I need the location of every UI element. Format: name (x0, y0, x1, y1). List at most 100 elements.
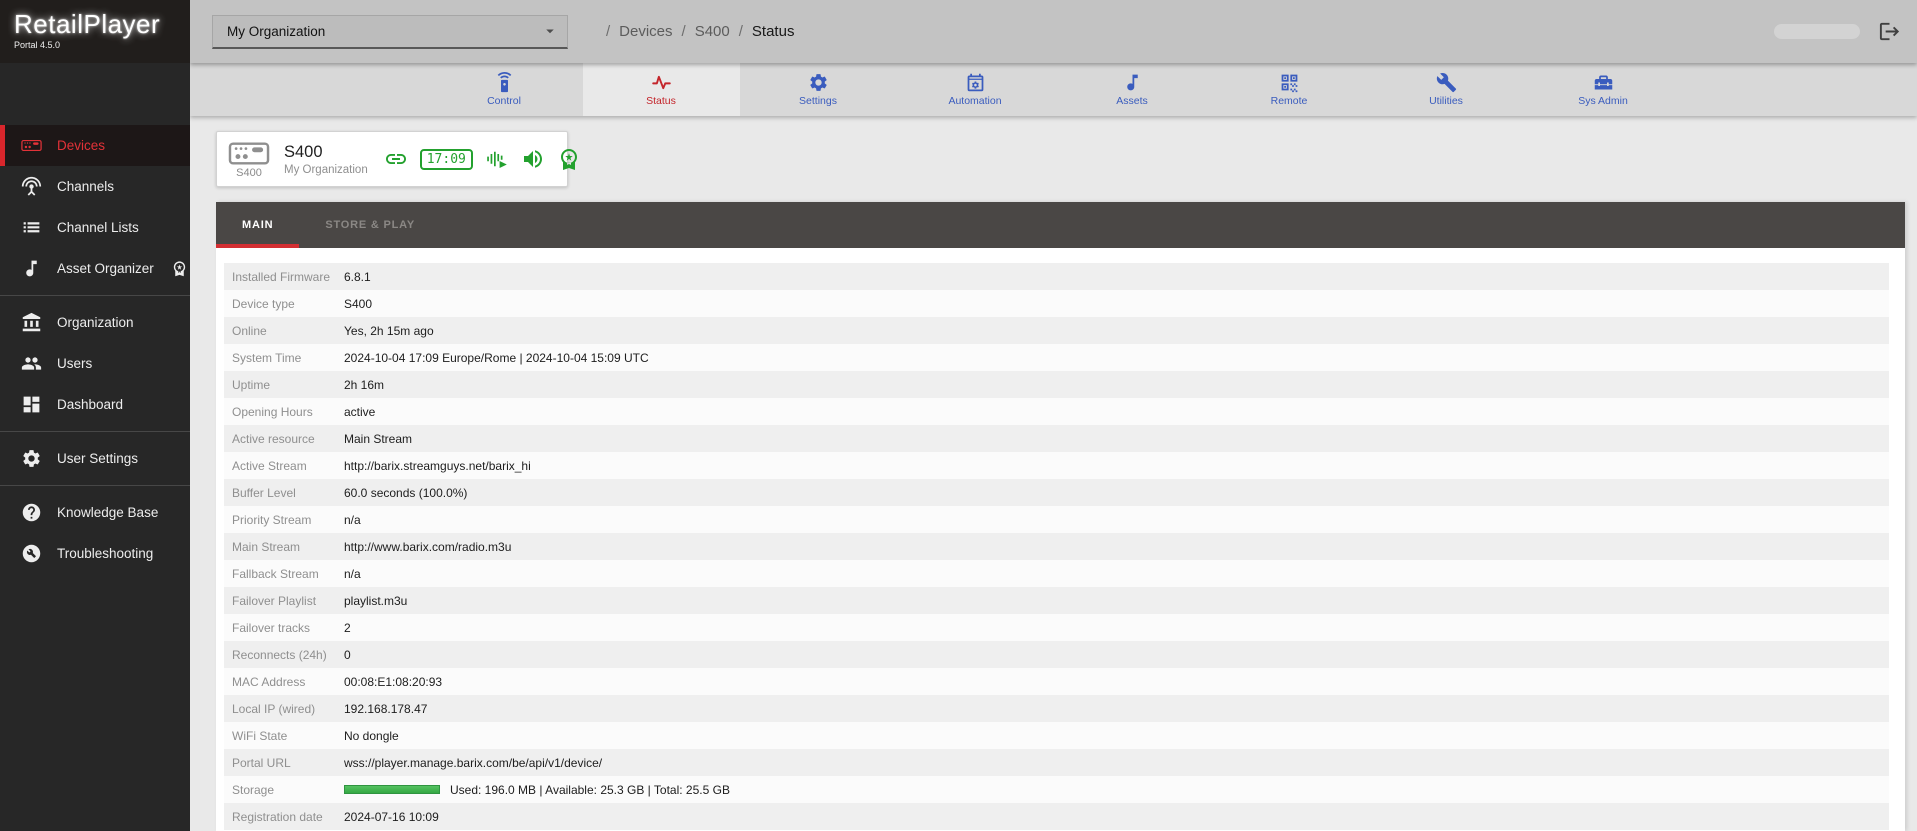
content-area: S400 S400 My Organization 17:09 MAIN STO… (190, 116, 1917, 831)
table-row: Uptime 2h 16m (224, 371, 1889, 398)
sidebar-divider (0, 485, 190, 486)
volume-up-icon (521, 147, 545, 171)
sidebar-item-channels[interactable]: Channels (0, 166, 190, 207)
tab-status[interactable]: Status (582, 63, 740, 116)
content-tab-store-play[interactable]: STORE & PLAY (299, 202, 441, 248)
app-root: RetailPlayer Portal 4.5.0 Devices Channe… (0, 0, 1917, 831)
link-icon (384, 147, 408, 171)
organization-select[interactable]: My Organization (212, 14, 568, 49)
music-note-icon (1122, 72, 1143, 93)
wrench-circle-icon (21, 543, 42, 564)
gear-icon (21, 448, 42, 469)
tab-control[interactable]: Control (426, 63, 583, 116)
content-tab-main[interactable]: MAIN (216, 202, 300, 248)
sidebar-item-users[interactable]: Users (0, 343, 190, 384)
wrench-icon (1436, 72, 1457, 93)
table-row: Opening Hours active (224, 398, 1889, 425)
device-card: S400 S400 My Organization 17:09 (216, 131, 577, 187)
remote-control-icon (494, 72, 515, 93)
table-row: Buffer Level 60.0 seconds (100.0%) (224, 479, 1889, 506)
tab-utilities[interactable]: Utilities (1368, 63, 1525, 116)
details-panel: MAIN STORE & PLAY Installed Firmware 6.8… (216, 202, 1905, 831)
sidebar-item-dashboard[interactable]: Dashboard (0, 384, 190, 425)
list-icon (21, 217, 42, 238)
breadcrumb-devices[interactable]: Devices (619, 23, 672, 40)
table-row: Active Stream http://barix.streamguys.ne… (224, 452, 1889, 479)
sidebar-item-user-settings[interactable]: User Settings (0, 438, 190, 479)
logout-icon[interactable] (1878, 20, 1901, 43)
table-row: Priority Stream n/a (224, 506, 1889, 533)
music-note-icon (21, 258, 42, 279)
device-titles: S400 My Organization (284, 143, 368, 176)
table-row: Active resource Main Stream (224, 425, 1889, 452)
top-header-bar: My Organization / Devices / S400 / Statu… (190, 0, 1917, 63)
audio-wave-play-icon (485, 147, 509, 171)
table-row: Main Stream http://www.barix.com/radio.m… (224, 533, 1889, 560)
table-row: System Time 2024-10-04 17:09 Europe/Rome… (224, 344, 1889, 371)
table-row: Portal URL wss://player.manage.barix.com… (224, 749, 1889, 776)
sidebar-item-devices[interactable]: Devices (0, 125, 190, 166)
award-icon (171, 260, 188, 277)
sidebar-item-troubleshooting[interactable]: Troubleshooting (0, 533, 190, 574)
main-column: My Organization / Devices / S400 / Statu… (190, 0, 1917, 831)
device-model-label: S400 (236, 166, 262, 179)
organization-select-value: My Organization (227, 23, 326, 39)
device-clock: 17:09 (419, 148, 473, 170)
user-pill[interactable] (1774, 24, 1860, 39)
table-row: Local IP (wired) 192.168.178.47 (224, 695, 1889, 722)
audio-wave-play-icon (485, 147, 509, 171)
brand-logo: RetailPlayer Portal 4.5.0 (0, 0, 190, 63)
sidebar-item-asset-organizer[interactable]: Asset Organizer (0, 248, 190, 289)
device-status-icons: 17:09 (384, 147, 581, 171)
award-icon (557, 147, 581, 171)
table-row: Reconnects (24h) 0 (224, 641, 1889, 668)
sidebar-nav: Devices Channels Channel Lists Asset Org… (0, 125, 190, 574)
breadcrumb-s400[interactable]: S400 (695, 23, 730, 40)
player-device-icon (227, 140, 271, 167)
table-row: Storage Used: 196.0 MB | Available: 25.3… (224, 776, 1889, 803)
dashboard-icon (21, 394, 42, 415)
breadcrumb-separator: / (681, 23, 686, 40)
caret-down-icon (541, 22, 559, 40)
table-row: Installed Firmware 6.8.1 (224, 263, 1889, 290)
sidebar: RetailPlayer Portal 4.5.0 Devices Channe… (0, 0, 190, 831)
sidebar-group-content: Devices Channels Channel Lists Asset Org… (0, 125, 190, 289)
toolbox-icon (1593, 72, 1614, 93)
content-tab-bar: MAIN STORE & PLAY (216, 202, 1905, 248)
tab-automation[interactable]: Automation (897, 63, 1054, 116)
sidebar-item-knowledge-base[interactable]: Knowledge Base (0, 492, 190, 533)
pulse-icon (651, 72, 672, 93)
antenna-icon (21, 176, 42, 197)
breadcrumb-separator: / (738, 23, 743, 40)
device-thumbnail: S400 (227, 140, 271, 179)
users-icon (21, 353, 42, 374)
tab-sysadmin[interactable]: Sys Admin (1525, 63, 1682, 116)
device-details-table: Installed Firmware 6.8.1 Device type S40… (216, 248, 1905, 831)
bank-icon (21, 312, 42, 333)
device-title: S400 (284, 142, 323, 161)
sidebar-group-help: Knowledge Base Troubleshooting (0, 492, 190, 574)
link-icon (384, 147, 408, 171)
player-device-icon (21, 135, 42, 156)
table-row: Online Yes, 2h 15m ago (224, 317, 1889, 344)
device-organization: My Organization (284, 163, 368, 176)
table-row: Device type S400 (224, 290, 1889, 317)
tab-assets[interactable]: Assets (1054, 63, 1211, 116)
sidebar-group-settings: User Settings (0, 438, 190, 479)
tab-settings[interactable]: Settings (740, 63, 897, 116)
device-clock-display: 17:09 (419, 148, 473, 170)
device-tab-bar: Control Status Settings Automation Asset… (190, 63, 1917, 116)
breadcrumb: / Devices / S400 / Status (606, 23, 794, 40)
table-row: Failover Playlist playlist.m3u (224, 587, 1889, 614)
brand-subtitle: Portal 4.5.0 (14, 40, 61, 50)
sidebar-divider (0, 295, 190, 296)
sidebar-item-channel-lists[interactable]: Channel Lists (0, 207, 190, 248)
sidebar-item-organization[interactable]: Organization (0, 302, 190, 343)
award-icon (557, 147, 581, 171)
volume-up-icon (521, 147, 545, 171)
gear-icon (808, 72, 829, 93)
qr-code-icon (1279, 72, 1300, 93)
brand-name: RetailPlayer (14, 9, 161, 39)
tab-remote[interactable]: Remote (1211, 63, 1368, 116)
calendar-gear-icon (965, 72, 986, 93)
